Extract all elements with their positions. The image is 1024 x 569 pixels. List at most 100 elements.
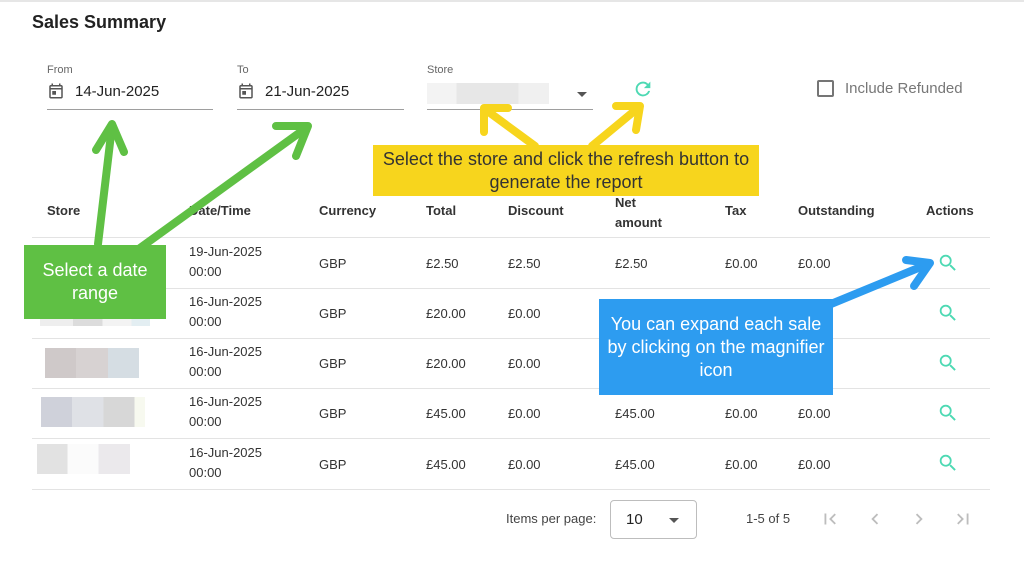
header-store[interactable]: Store <box>47 203 80 218</box>
row-currency: GBP <box>319 356 347 371</box>
yellow-arrow-refresh <box>588 104 642 150</box>
from-date-field[interactable]: From 14-Jun-2025 <box>47 64 213 110</box>
yellow-arrow-store <box>482 106 539 150</box>
header-currency[interactable]: Currency <box>319 203 376 218</box>
row-total: £2.50 <box>426 256 459 271</box>
row-date: 16-Jun-2025 00:00 <box>189 443 262 483</box>
row-date: 16-Jun-2025 00:00 <box>189 342 262 382</box>
row-time-value: 00:00 <box>189 364 222 379</box>
row-time-value: 00:00 <box>189 465 222 480</box>
to-date-field[interactable]: To 21-Jun-2025 <box>237 64 404 110</box>
row-date: 16-Jun-2025 00:00 <box>189 392 262 432</box>
row-total: £20.00 <box>426 306 466 321</box>
refresh-icon[interactable] <box>632 78 654 100</box>
first-page-icon[interactable] <box>819 508 841 530</box>
store-value-redacted <box>427 83 549 104</box>
row-currency: GBP <box>319 457 347 472</box>
blue-arrow <box>827 256 934 308</box>
green-arrows <box>92 120 312 252</box>
store-label: Store <box>427 64 454 76</box>
row-discount: £0.00 <box>508 406 541 421</box>
row-date: 16-Jun-2025 00:00 <box>189 292 262 332</box>
yellow-arrow-refresh-head <box>612 102 644 134</box>
blue-arrow-line <box>827 260 932 308</box>
row-currency: GBP <box>319 256 347 271</box>
row-divider <box>32 338 990 339</box>
header-net-amount[interactable]: Net amount <box>615 193 662 233</box>
previous-page-icon[interactable] <box>864 508 886 530</box>
row-outstanding: £0.00 <box>798 457 831 472</box>
page-range-label: 1-5 of 5 <box>746 511 791 526</box>
magnifier-icon[interactable] <box>937 302 959 324</box>
row-discount: £2.50 <box>508 256 541 271</box>
row-time-value: 00:00 <box>189 314 222 329</box>
checkbox-box[interactable] <box>817 80 834 97</box>
row-outstanding: £0.00 <box>798 256 831 271</box>
row-tax: £0.00 <box>725 256 758 271</box>
store-cell-redacted <box>37 444 130 474</box>
blue-arrow-head <box>902 256 934 290</box>
row-net: £45.00 <box>615 457 655 472</box>
header-divider <box>32 237 990 238</box>
yellow-arrow-store-head <box>480 104 512 136</box>
header-discount[interactable]: Discount <box>508 203 564 218</box>
header-tax[interactable]: Tax <box>725 203 746 218</box>
row-date-value: 16-Jun-2025 <box>189 394 262 409</box>
green-arrow-from-head <box>92 120 128 156</box>
row-date-value: 19-Jun-2025 <box>189 244 262 259</box>
from-value-row: 14-Jun-2025 <box>47 82 159 100</box>
header-datetime[interactable]: Date/Time <box>189 203 251 218</box>
store-select[interactable]: Store <box>427 64 593 110</box>
header-outstanding[interactable]: Outstanding <box>798 203 875 218</box>
callout-store-refresh: Select the store and click the refresh b… <box>373 145 759 196</box>
row-total: £20.00 <box>426 356 466 371</box>
row-net: £45.00 <box>615 406 655 421</box>
items-per-page-select[interactable]: 10 <box>610 500 697 539</box>
include-refunded-checkbox[interactable]: Include Refunded <box>817 80 963 97</box>
row-date-value: 16-Jun-2025 <box>189 344 262 359</box>
row-time-value: 00:00 <box>189 264 222 279</box>
magnifier-icon[interactable] <box>937 452 959 474</box>
header-total[interactable]: Total <box>426 203 456 218</box>
row-currency: GBP <box>319 306 347 321</box>
row-discount: £0.00 <box>508 306 541 321</box>
last-page-icon[interactable] <box>952 508 974 530</box>
from-label: From <box>47 64 73 76</box>
row-divider <box>32 438 990 439</box>
header-actions: Actions <box>926 203 974 218</box>
row-time-value: 00:00 <box>189 414 222 429</box>
row-tax: £0.00 <box>725 406 758 421</box>
row-date: 19-Jun-2025 00:00 <box>189 242 262 282</box>
green-arrow-to <box>136 124 310 252</box>
calendar-icon[interactable] <box>47 82 65 100</box>
store-underline <box>427 109 593 110</box>
to-value-row: 21-Jun-2025 <box>237 82 349 100</box>
page-title: Sales Summary <box>32 12 167 32</box>
yellow-arrows <box>480 102 644 150</box>
chevron-down-icon <box>577 92 587 97</box>
callout-date-range: Select a date range <box>24 245 166 319</box>
calendar-icon[interactable] <box>237 82 255 100</box>
store-cell-redacted <box>45 348 139 378</box>
magnifier-icon[interactable] <box>937 252 959 274</box>
from-date-value: 14-Jun-2025 <box>75 82 160 100</box>
row-discount: £0.00 <box>508 356 541 371</box>
row-discount: £0.00 <box>508 457 541 472</box>
header-net-line1: Net <box>615 195 636 210</box>
include-refunded-label: Include Refunded <box>845 80 963 97</box>
header-net-line2: amount <box>615 215 662 230</box>
store-cell-redacted <box>41 397 145 427</box>
row-total: £45.00 <box>426 406 466 421</box>
chevron-down-icon <box>669 518 679 523</box>
green-arrow-from <box>94 122 116 248</box>
top-divider <box>0 0 1024 2</box>
items-per-page-value: 10 <box>626 511 643 528</box>
next-page-icon[interactable] <box>908 508 930 530</box>
row-date-value: 16-Jun-2025 <box>189 445 262 460</box>
row-date-value: 16-Jun-2025 <box>189 294 262 309</box>
row-divider <box>32 388 990 389</box>
row-divider <box>32 489 990 490</box>
magnifier-icon[interactable] <box>937 402 959 424</box>
row-tax: £0.00 <box>725 457 758 472</box>
magnifier-icon[interactable] <box>937 352 959 374</box>
